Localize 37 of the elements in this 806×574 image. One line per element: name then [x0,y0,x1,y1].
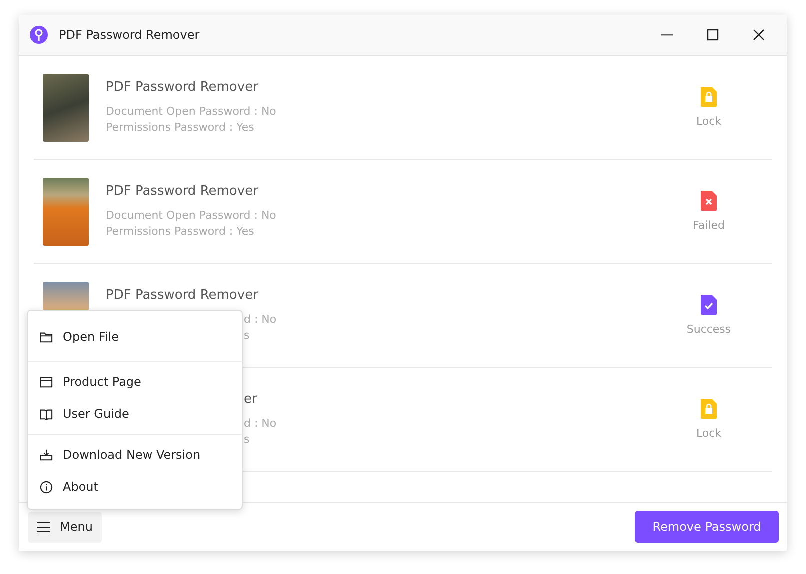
menu-button[interactable]: Menu [28,512,102,542]
file-name: PDF Password Remover [106,288,260,302]
menu-icon [37,522,50,532]
close-icon [753,29,765,41]
window-title: PDF Password Remover [59,28,201,42]
password-info: d : No [244,312,278,328]
status-label: Lock [696,115,722,128]
remove-password-button[interactable]: Remove Password [635,511,779,543]
status-label: Success [686,323,732,336]
photo-placeholder [43,74,89,142]
file-row[interactable]: PDF Password Remover Document Open Password : No Permissions Password : Yes Lock [34,56,772,160]
status-label: Lock [696,427,722,440]
file-name: er [244,392,258,406]
password-info: Document Open Password : No [106,104,278,120]
download-tray-icon [40,448,53,462]
file-row[interactable]: PDF Password Remover Document Open Password : No Permissions Password : Yes Failed [34,160,772,264]
password-info: s [244,328,251,344]
password-info: Permissions Password : Yes [106,224,256,240]
file-name: PDF Password Remover [106,80,260,94]
menu-item[interactable]: About [28,471,242,503]
folder-icon [40,330,53,344]
password-info: Permissions Password : Yes [106,120,256,136]
status-label: Failed [693,219,725,232]
password-info: d : No [244,416,278,432]
browser-window-icon [40,376,53,388]
file-error-icon [701,191,717,211]
app-logo-icon [29,25,49,45]
photo-placeholder [43,178,89,246]
password-info: s [244,432,251,448]
locked-file-icon [701,87,717,107]
book-icon [40,408,53,420]
locked-file-icon [701,399,717,419]
maximize-icon [707,29,719,41]
info-icon [40,480,53,494]
password-info: Document Open Password : No [106,208,278,224]
file-name: PDF Password Remover [106,184,260,198]
file-check-icon [701,295,717,315]
